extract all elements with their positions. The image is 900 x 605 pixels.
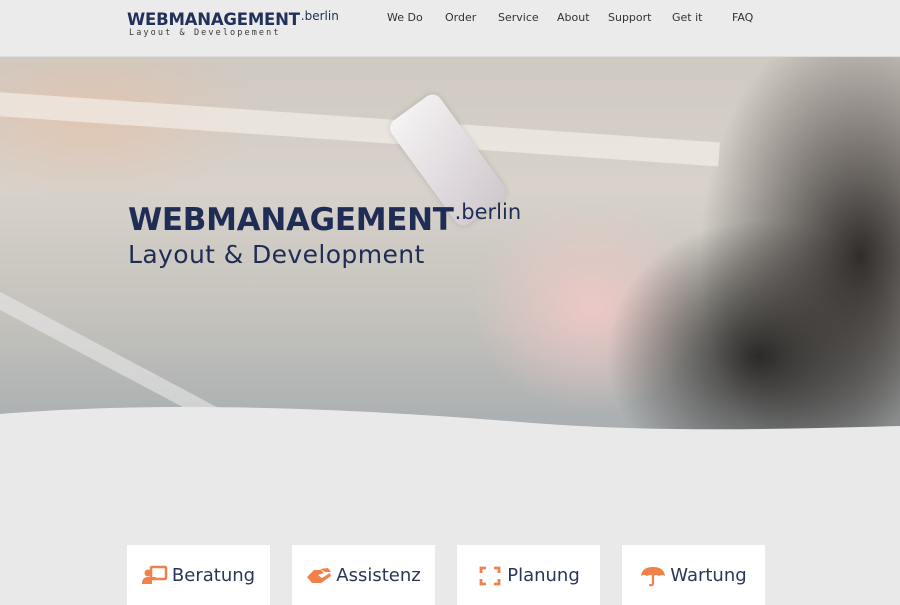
hero-wave-divider xyxy=(0,407,900,440)
nav-item-service[interactable]: Service xyxy=(498,11,539,24)
expand-icon xyxy=(477,565,503,587)
hero-bg-rail xyxy=(0,89,720,167)
umbrella-icon xyxy=(640,565,666,587)
service-card-wartung[interactable]: Wartung xyxy=(622,545,765,605)
nav-item-we-do[interactable]: We Do xyxy=(387,11,423,24)
nav-item-about[interactable]: About xyxy=(557,11,590,24)
presentation-icon xyxy=(141,565,168,587)
service-label: Assistenz xyxy=(336,565,421,586)
site-header: WEBMANAGEMENT.berlin Layout & Developeme… xyxy=(0,0,900,57)
nav-item-get-it[interactable]: Get it xyxy=(672,11,702,24)
site-logo[interactable]: WEBMANAGEMENT.berlin Layout & Developeme… xyxy=(127,9,339,38)
hero-subtitle: Layout & Development xyxy=(128,240,425,269)
service-label: Planung xyxy=(507,565,580,586)
service-label: Wartung xyxy=(670,565,747,586)
service-label: Beratung xyxy=(171,565,256,586)
handshake-icon xyxy=(306,565,332,587)
logo-tld: .berlin xyxy=(300,9,339,23)
nav-item-support[interactable]: Support xyxy=(608,11,651,24)
logo-name: WEBMANAGEMENT xyxy=(127,10,300,29)
service-card-assistenz[interactable]: Assistenz xyxy=(292,545,435,605)
hero-title: WEBMANAGEMENT.berlin xyxy=(128,200,522,238)
hero-title-name: WEBMANAGEMENT xyxy=(128,202,454,238)
service-card-planung[interactable]: Planung xyxy=(457,545,600,605)
nav-item-faq[interactable]: FAQ xyxy=(732,11,753,24)
hero-title-tld: .berlin xyxy=(454,200,522,224)
service-card-beratung[interactable]: Beratung xyxy=(127,545,270,605)
nav-item-order[interactable]: Order xyxy=(445,11,476,24)
